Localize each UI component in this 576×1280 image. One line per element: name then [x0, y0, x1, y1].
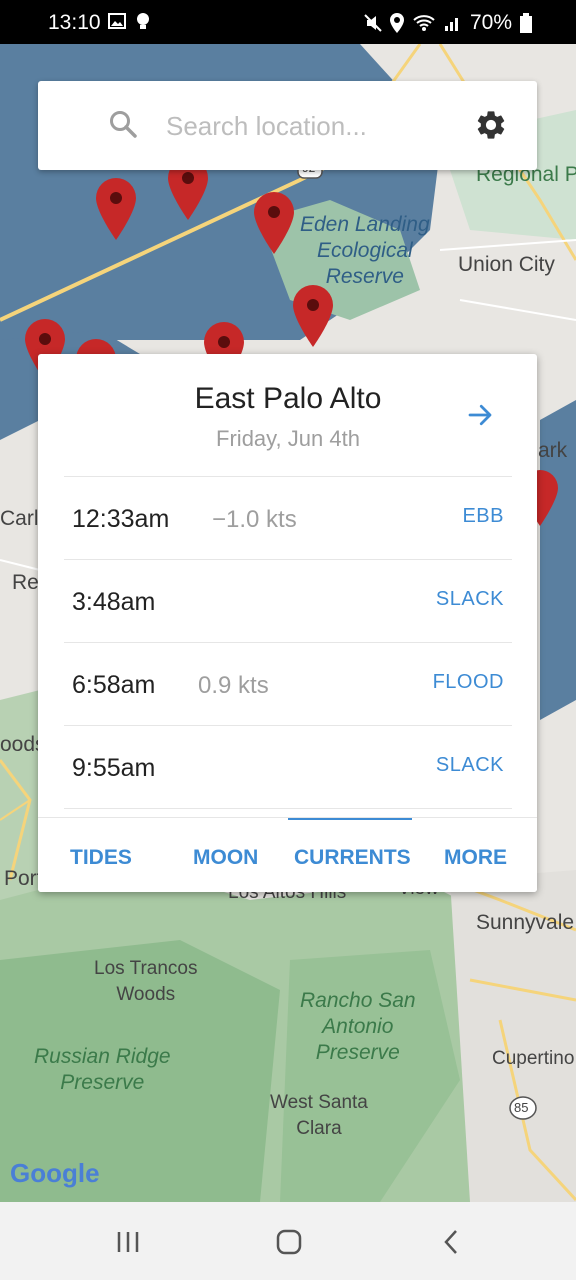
list-item[interactable]: 12:33am −1.0 kts EBB [64, 476, 512, 559]
mute-icon [364, 14, 382, 32]
bulb-icon [137, 13, 149, 29]
map-label-union-city: Union City [458, 253, 555, 276]
search-input[interactable] [166, 108, 466, 144]
row-kind: FLOOD [432, 671, 504, 693]
map-label-west-santa-clara: West Santa Clara [270, 1092, 368, 1139]
battery-icon [520, 13, 532, 33]
currents-list: 12:33am −1.0 kts EBB 3:48am SLACK 6:58am… [64, 476, 512, 809]
wifi-icon [413, 15, 435, 31]
tab-more[interactable]: MORE [444, 846, 507, 870]
row-kind: SLACK [435, 588, 504, 610]
image-icon [108, 13, 126, 29]
system-nav-bar [0, 1202, 576, 1280]
map-label-port: Port [4, 867, 43, 890]
tab-currents[interactable]: CURRENTS [294, 846, 411, 870]
status-time: 13:10 [48, 11, 101, 34]
signal-icon [444, 18, 458, 31]
row-time: 6:58am [72, 671, 156, 699]
map-label-rancho-san-antonio: Rancho San Antonio Preserve [300, 989, 416, 1064]
location-icon [389, 13, 404, 33]
recent-apps-icon[interactable] [114, 1228, 142, 1256]
location-title: East Palo Alto [194, 382, 382, 415]
map-label-eden-landing: Eden Landing Ecological Reserve [300, 213, 430, 288]
list-item[interactable]: 9:55am SLACK [64, 725, 512, 809]
row-time: 3:48am [72, 588, 156, 616]
map-label-re: Re [12, 571, 39, 594]
map-label-cupertino: Cupertino [492, 1048, 575, 1069]
battery-percent: 70% [469, 11, 512, 34]
search-bar [38, 81, 537, 170]
row-time: 9:55am [72, 754, 156, 782]
date-label: Friday, Jun 4th [216, 426, 360, 451]
arrow-right-icon[interactable] [465, 400, 495, 430]
row-kind: SLACK [435, 754, 504, 776]
map-label-russian-ridge: Russian Ridge Preserve [34, 1045, 171, 1094]
highway-85-label: 85 [514, 1100, 529, 1115]
map-label-los-trancos: Los Trancos Woods [94, 958, 198, 1005]
status-bar: 13:10 70% [0, 0, 576, 44]
row-time: 12:33am [72, 505, 170, 533]
search-icon[interactable] [108, 109, 138, 139]
map-label-ark: ark [538, 439, 568, 462]
currents-panel: East Palo Alto Friday, Jun 4th 12:33am −… [38, 354, 537, 892]
row-kind: EBB [462, 505, 504, 527]
home-icon[interactable] [275, 1228, 303, 1256]
tab-tides[interactable]: TIDES [70, 846, 132, 870]
gear-icon[interactable] [474, 108, 508, 142]
google-logo: Google [10, 1158, 100, 1188]
back-icon[interactable] [438, 1228, 466, 1256]
map-label-sunnyvale: Sunnyvale [476, 911, 575, 934]
list-item[interactable]: 6:58am 0.9 kts FLOOD [64, 642, 512, 725]
tab-moon[interactable]: MOON [193, 846, 258, 870]
row-speed: −1.0 kts [212, 506, 297, 533]
tab-bar: TIDES MOON CURRENTS MORE [38, 817, 537, 892]
list-item[interactable]: 3:48am SLACK [64, 559, 512, 642]
active-tab-indicator [288, 818, 412, 820]
row-speed: 0.9 kts [198, 672, 269, 699]
